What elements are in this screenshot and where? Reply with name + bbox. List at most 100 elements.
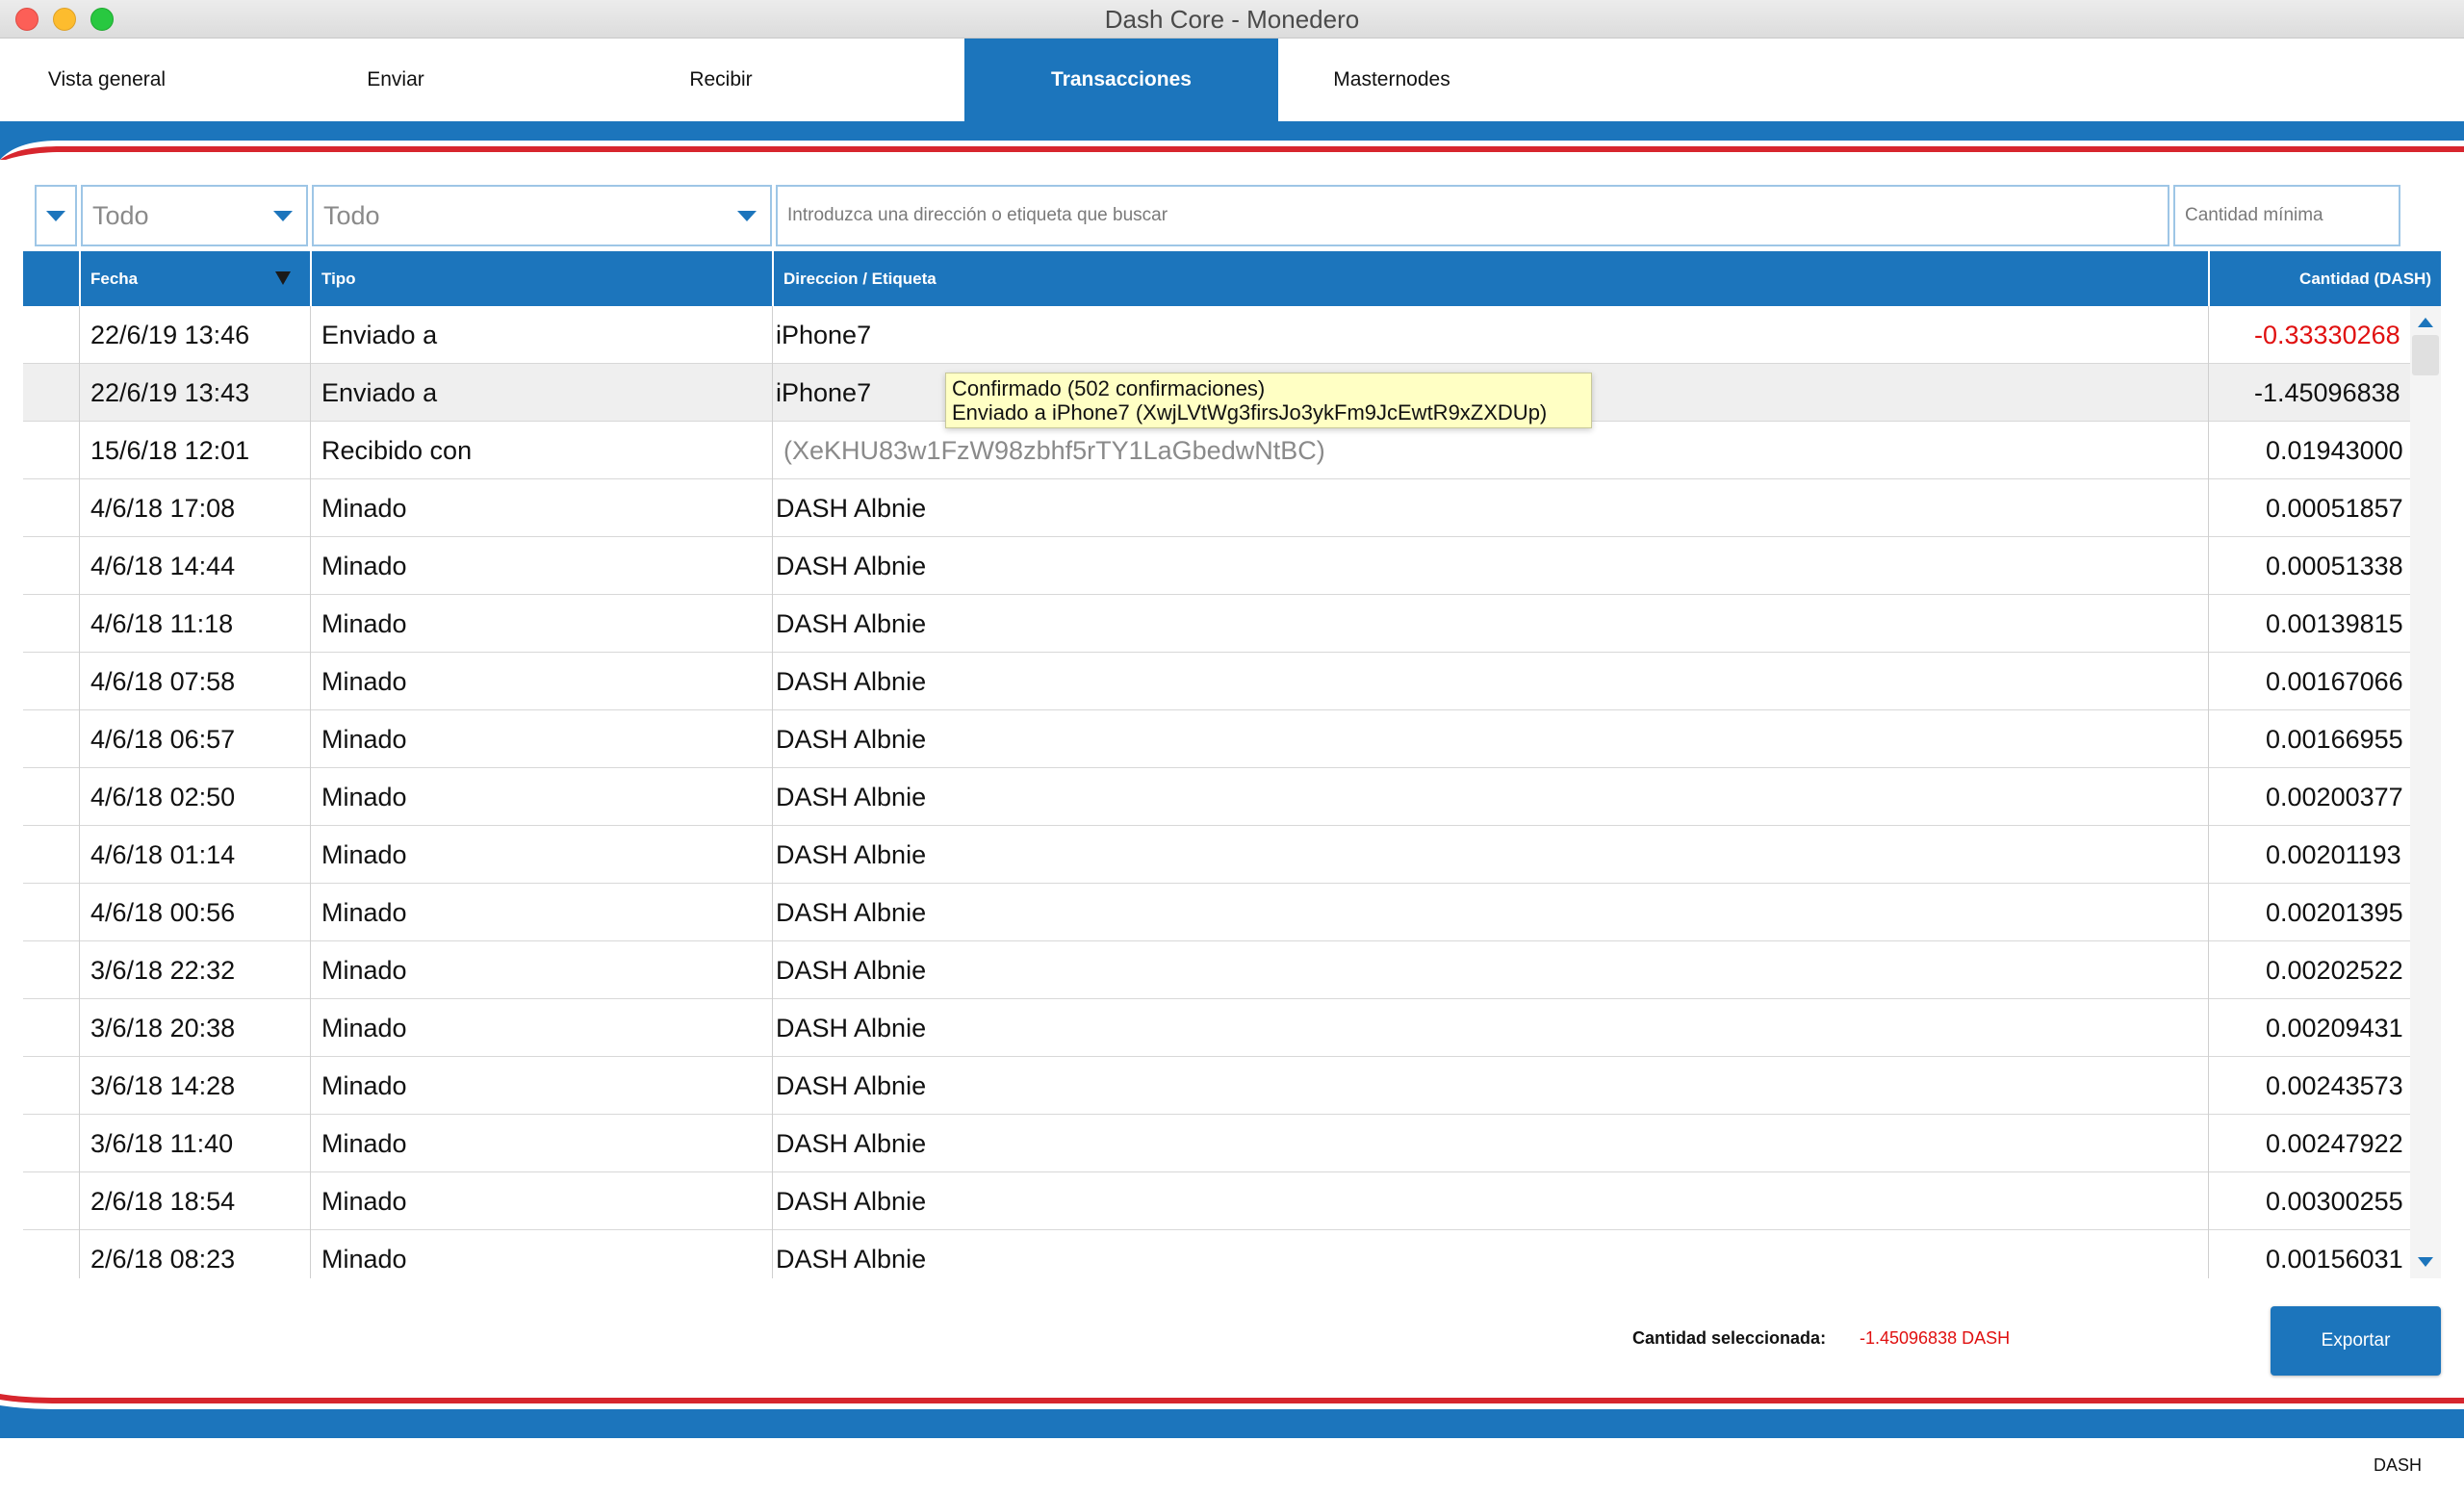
row-amount: 0.00139815 <box>2266 609 2403 638</box>
table-row[interactable]: 4/6/18 17:08 Minado DASH Albnie 0.00051857 <box>23 479 2410 537</box>
tab-send[interactable]: Enviar <box>291 39 500 121</box>
table-row[interactable]: 4/6/18 00:56 Minado DASH Albnie 0.00201395 <box>23 884 2410 941</box>
row-type: Minado <box>321 783 407 811</box>
column-divider <box>310 479 311 537</box>
chevron-down-icon <box>273 211 293 221</box>
watch-only-filter[interactable] <box>35 185 77 246</box>
table-row[interactable]: 2/6/18 08:23 Minado DASH Albnie 0.00156031 <box>23 1230 2410 1278</box>
search-input[interactable]: Introduzca una dirección o etiqueta que … <box>776 185 2169 246</box>
date-filter-select[interactable]: Todo <box>81 185 308 246</box>
column-divider <box>772 422 773 479</box>
scroll-down-arrow-icon[interactable] <box>2418 1257 2433 1267</box>
column-header-date[interactable]: Fecha <box>90 251 138 306</box>
window-title: Dash Core - Monedero <box>1104 5 1360 34</box>
column-divider <box>772 364 773 422</box>
tab-transactions[interactable]: Transacciones <box>964 39 1278 121</box>
row-amount: 0.00051857 <box>2266 494 2403 523</box>
row-type: Minado <box>321 1014 407 1043</box>
column-divider <box>772 1230 773 1278</box>
row-date: 4/6/18 02:50 <box>90 783 236 811</box>
sort-descending-icon <box>275 271 291 285</box>
column-header-amount[interactable]: Cantidad (DASH) <box>2220 251 2431 306</box>
row-amount: 0.00201193 <box>2266 840 2401 869</box>
table-row[interactable]: 4/6/18 14:44 Minado DASH Albnie 0.00051338 <box>23 537 2410 595</box>
column-divider <box>310 826 311 884</box>
row-type: Minado <box>321 725 407 754</box>
scrollbar-thumb[interactable] <box>2412 335 2439 375</box>
scroll-up-arrow-icon[interactable] <box>2418 318 2433 327</box>
row-address-label: DASH Albnie <box>776 1245 927 1274</box>
column-header-type[interactable]: Tipo <box>321 251 356 306</box>
column-divider <box>2208 884 2209 941</box>
column-divider <box>79 422 80 479</box>
column-divider <box>772 595 773 653</box>
column-divider <box>2208 1057 2209 1115</box>
column-divider <box>772 941 773 999</box>
tab-bar: Vista general Enviar Recibir Transaccion… <box>0 39 2464 121</box>
row-address-label: DASH Albnie <box>776 783 927 811</box>
table-row[interactable]: 4/6/18 11:18 Minado DASH Albnie 0.00139815 <box>23 595 2410 653</box>
column-divider <box>79 768 80 826</box>
table-row[interactable]: 4/6/18 02:50 Minado DASH Albnie 0.00200377 <box>23 768 2410 826</box>
column-divider <box>79 537 80 595</box>
row-type: Minado <box>321 609 407 638</box>
row-amount: 0.00167066 <box>2266 667 2403 696</box>
tab-overview[interactable]: Vista general <box>0 39 214 121</box>
table-row[interactable]: 3/6/18 14:28 Minado DASH Albnie 0.00243573 <box>23 1057 2410 1115</box>
table-row[interactable]: 3/6/18 20:38 Minado DASH Albnie 0.00209431 <box>23 999 2410 1057</box>
column-divider <box>79 653 80 710</box>
row-amount: 0.01943000 <box>2266 436 2403 465</box>
column-divider <box>310 595 311 653</box>
row-type: Minado <box>321 667 407 696</box>
table-row[interactable]: 4/6/18 07:58 Minado DASH Albnie 0.00167066 <box>23 653 2410 710</box>
header-divider <box>79 251 81 306</box>
table-row[interactable]: 2/6/18 18:54 Minado DASH Albnie 0.00300255 <box>23 1172 2410 1230</box>
table-row[interactable]: 4/6/18 01:14 Minado DASH Albnie 0.00201193 <box>23 826 2410 884</box>
column-header-address[interactable]: Direccion / Etiqueta <box>783 251 937 306</box>
row-type: Minado <box>321 1129 407 1158</box>
column-divider <box>772 653 773 710</box>
selected-amount-value: -1.45096838 DASH <box>1860 1328 2011 1348</box>
column-divider <box>79 1115 80 1172</box>
row-type: Minado <box>321 898 407 927</box>
row-amount: 0.00166955 <box>2266 725 2403 754</box>
column-divider <box>310 653 311 710</box>
tooltip-status: Confirmado (502 confirmaciones) <box>952 376 1266 400</box>
row-type: Enviado a <box>321 321 438 349</box>
table-row[interactable]: 15/6/18 12:01 Recibido con (XeKHU83w1FzW98… <box>23 422 2410 479</box>
table-row[interactable]: 22/6/19 13:46 Enviado a iPhone7 -0.33330268 <box>23 306 2410 364</box>
column-divider <box>79 306 80 364</box>
table-row[interactable]: 3/6/18 11:40 Minado DASH Albnie 0.00247922 <box>23 1115 2410 1172</box>
footer-swoosh <box>0 1386 2464 1438</box>
unit-selector[interactable]: DASH <box>2374 1455 2422 1476</box>
tab-receive[interactable]: Recibir <box>616 39 826 121</box>
row-type: Recibido con <box>321 436 473 465</box>
row-amount: 0.00201395 <box>2266 898 2403 927</box>
row-address-label: DASH Albnie <box>776 609 927 638</box>
table-row[interactable]: 4/6/18 06:57 Minado DASH Albnie 0.00166955 <box>23 710 2410 768</box>
transactions-table: 22/6/19 13:46 Enviado a iPhone7 -0.33330268… <box>23 306 2410 1278</box>
header-divider <box>310 251 312 306</box>
row-date: 2/6/18 18:54 <box>90 1187 236 1216</box>
column-divider <box>310 710 311 768</box>
column-divider <box>79 826 80 884</box>
table-scrollbar[interactable] <box>2410 306 2441 1278</box>
row-date: 3/6/18 11:40 <box>90 1129 234 1158</box>
row-date: 3/6/18 20:38 <box>90 1014 236 1043</box>
table-row[interactable]: 3/6/18 22:32 Minado DASH Albnie 0.00202522 <box>23 941 2410 999</box>
column-divider <box>310 768 311 826</box>
export-button[interactable]: Exportar <box>2271 1306 2441 1376</box>
column-divider <box>310 1115 311 1172</box>
column-divider <box>2208 364 2209 422</box>
row-amount: -1.45096838 <box>2254 378 2400 407</box>
min-amount-input[interactable]: Cantidad mínima <box>2173 185 2400 246</box>
transaction-tooltip: Confirmado (502 confirmaciones) Enviado … <box>945 373 1592 428</box>
column-divider <box>2208 999 2209 1057</box>
row-amount: 0.00243573 <box>2266 1071 2403 1100</box>
row-address-label: iPhone7 <box>776 321 872 349</box>
tab-masternodes[interactable]: Masternodes <box>1290 39 1494 121</box>
type-filter-select[interactable]: Todo <box>312 185 772 246</box>
column-divider <box>310 306 311 364</box>
row-address-label: DASH Albnie <box>776 956 927 985</box>
row-address-label: (XeKHU83w1FzW98zbhf5rTY1LaGbedwNtBC) <box>783 436 1325 465</box>
